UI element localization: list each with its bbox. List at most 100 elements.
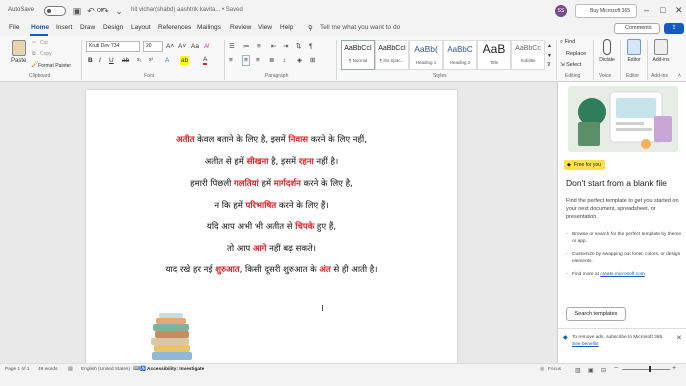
comments-button[interactable]: Comments xyxy=(614,23,660,34)
bullets-icon[interactable]: ☰ xyxy=(229,42,235,51)
redo-icon[interactable]: ↷ xyxy=(100,6,110,16)
print-layout-icon[interactable]: ▣ xyxy=(588,367,594,374)
create-microsoft-link[interactable]: create.microsoft.com xyxy=(600,272,645,277)
tab-home[interactable]: Home xyxy=(31,24,49,31)
borders-icon[interactable]: ⊞ xyxy=(310,56,315,65)
tab-draw[interactable]: Draw xyxy=(80,24,95,31)
tell-me-search[interactable]: Tell me what you want to do xyxy=(320,24,400,31)
select-button[interactable]: ⇲ Select xyxy=(560,62,581,68)
cut-icon[interactable]: ✂ xyxy=(32,40,36,46)
web-layout-icon[interactable]: ⊟ xyxy=(601,367,606,374)
replace-button[interactable]: Replace xyxy=(566,51,586,57)
see-benefits-link[interactable]: See benefits xyxy=(572,342,599,347)
quick-access-chevron-icon[interactable]: ⌄ xyxy=(114,6,124,16)
accessibility-icon[interactable]: ♿ xyxy=(140,367,146,372)
paste-icon[interactable] xyxy=(12,40,26,56)
avatar[interactable]: SS xyxy=(555,5,567,17)
subscript-icon[interactable]: x₂ xyxy=(137,56,141,65)
add-ins-group-label: Add-ins xyxy=(651,73,668,79)
style-normal[interactable]: AaBbCcI ¶ Normal xyxy=(341,40,375,70)
tab-design[interactable]: Design xyxy=(103,24,123,31)
document-page[interactable]: अतीत केवल बताने के लिए है, इसमें निवास क… xyxy=(86,90,457,371)
tab-review[interactable]: Review xyxy=(230,24,251,31)
editor-button[interactable]: Editor xyxy=(622,39,646,63)
superscript-icon[interactable]: x² xyxy=(149,56,153,65)
align-right-icon[interactable]: ≡ xyxy=(256,56,260,65)
add-ins-button[interactable]: Add-ins xyxy=(649,39,673,63)
close-pane-icon[interactable]: ✕ xyxy=(676,334,682,342)
search-templates-button[interactable]: Search templates xyxy=(566,307,626,321)
style-title[interactable]: AaB Title xyxy=(477,40,511,70)
focus-mode-icon[interactable]: ◎ xyxy=(540,367,544,372)
focus-mode-button[interactable]: Focus xyxy=(548,367,561,372)
collapse-ribbon-icon[interactable]: ˄ xyxy=(678,72,681,81)
line-text: हुए हैं, xyxy=(314,222,337,232)
minimize-icon[interactable]: – xyxy=(644,5,649,15)
zoom-in-icon[interactable]: + xyxy=(672,365,676,372)
zoom-slider[interactable] xyxy=(622,369,670,370)
font-color-icon[interactable]: A xyxy=(203,56,208,65)
sort-icon[interactable]: ⇅ xyxy=(296,42,301,51)
tab-layout[interactable]: Layout xyxy=(131,24,151,31)
tab-insert[interactable]: Insert xyxy=(56,24,72,31)
accessibility-status[interactable]: Accessibility: Investigate xyxy=(147,367,204,372)
zoom-out-icon[interactable]: − xyxy=(614,365,618,372)
strikethrough-icon[interactable]: ab xyxy=(122,56,129,65)
text-predictions-icon[interactable]: ⌨ xyxy=(133,367,140,372)
style-heading-1[interactable]: AaBb( Heading 1 xyxy=(409,40,443,70)
numbering-icon[interactable]: ≔ xyxy=(243,42,250,51)
shading-icon[interactable]: ◈ xyxy=(297,56,302,65)
language-status[interactable]: English (United States) xyxy=(81,367,130,372)
share-button[interactable]: ⇪ xyxy=(664,23,684,34)
tab-file[interactable]: File xyxy=(9,24,19,31)
tab-mailings[interactable]: Mailings xyxy=(197,24,221,31)
tab-references[interactable]: References xyxy=(158,24,191,31)
read-mode-icon[interactable]: ▥ xyxy=(575,367,581,374)
buy-microsoft-365-button[interactable]: Buy Microsoft 365 xyxy=(575,4,637,18)
cut-button[interactable]: Cut xyxy=(40,40,48,46)
highlight-color-icon[interactable]: ab xyxy=(180,56,190,65)
paste-button[interactable]: Paste xyxy=(11,58,26,64)
close-icon[interactable]: ✕ xyxy=(675,5,683,16)
show-marks-icon[interactable]: ¶ xyxy=(309,42,313,51)
styles-scroll-down-icon[interactable]: ▼ xyxy=(547,52,552,61)
font-name-select[interactable]: Kruti Dev 734 xyxy=(86,41,140,52)
styles-scroll-up-icon[interactable]: ▲ xyxy=(547,42,552,51)
word-count[interactable]: 49 words xyxy=(38,367,57,372)
bold-icon[interactable]: B xyxy=(88,56,93,65)
grow-font-icon[interactable]: A˄ xyxy=(166,42,174,51)
decrease-indent-icon[interactable]: ⇤ xyxy=(271,42,276,51)
style-subtitle[interactable]: AaBbCc Subtitle xyxy=(511,40,545,70)
autosave-toggle[interactable]: Off xyxy=(44,6,104,16)
document-title[interactable]: hit vichar(shabd) aashtrik kavita... • S… xyxy=(131,7,243,13)
styles-more-icon[interactable]: ⊽ xyxy=(547,61,551,70)
undo-icon[interactable]: ↶ xyxy=(86,6,96,16)
justify-icon[interactable]: ≣ xyxy=(269,56,274,65)
italic-icon[interactable]: I xyxy=(99,56,101,65)
change-case-icon[interactable]: Aa xyxy=(191,42,199,51)
align-center-icon[interactable]: ≡ xyxy=(242,55,250,66)
zoom-slider-thumb[interactable] xyxy=(649,366,651,372)
find-button[interactable]: ⌕ Find xyxy=(560,39,575,46)
format-painter-button[interactable]: Format Painter xyxy=(38,63,71,69)
style-no-spacing[interactable]: AaBbCcI ¶ No Spac... xyxy=(375,40,409,70)
proofing-icon[interactable]: ▤ xyxy=(68,367,73,372)
page-count[interactable]: Page 1 of 1 xyxy=(5,367,30,372)
underline-icon[interactable]: U xyxy=(109,56,114,65)
line-spacing-icon[interactable]: ↕ xyxy=(283,56,286,65)
tab-view[interactable]: View xyxy=(258,24,272,31)
save-icon[interactable]: ▣ xyxy=(72,6,82,16)
dictate-button[interactable]: Dictate xyxy=(595,39,619,63)
text-effects-icon[interactable]: A xyxy=(165,56,169,65)
copy-icon[interactable]: ⧉ xyxy=(32,51,36,57)
style-heading-2[interactable]: AaBbC Heading 2 xyxy=(443,40,477,70)
font-size-select[interactable]: 20 xyxy=(143,41,163,52)
increase-indent-icon[interactable]: ⇥ xyxy=(283,42,288,51)
maximize-icon[interactable]: □ xyxy=(660,5,665,15)
tab-help[interactable]: Help xyxy=(280,24,293,31)
shrink-font-icon[interactable]: A˅ xyxy=(178,42,186,51)
clear-formatting-icon[interactable]: A̸ xyxy=(204,42,208,51)
multilevel-list-icon[interactable]: ≡ xyxy=(257,42,261,51)
align-left-icon[interactable]: ≡ xyxy=(229,56,233,65)
copy-button[interactable]: Copy xyxy=(40,51,52,57)
